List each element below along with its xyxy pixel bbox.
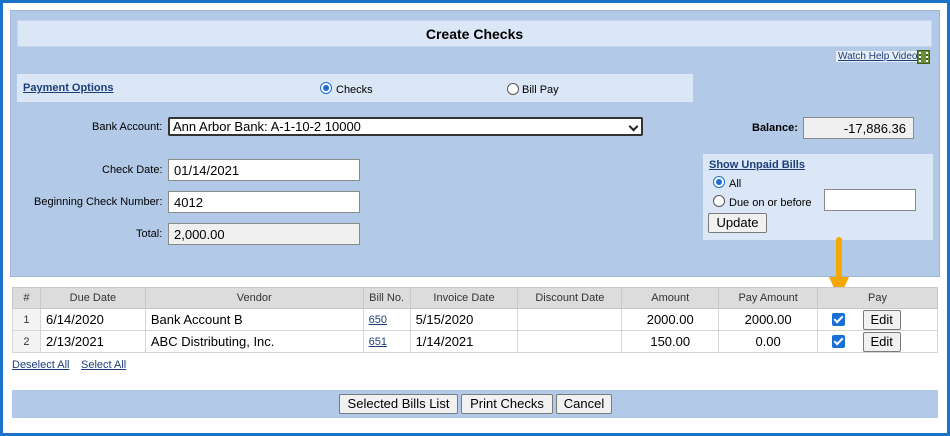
amount-cell: 150.00 (621, 330, 720, 353)
checks-label: Checks (336, 84, 373, 96)
header-discount-date: Discount Date (517, 287, 623, 309)
bill-no-link[interactable]: 650 (362, 308, 411, 331)
table-header-row: # Due Date Vendor Bill No. Invoice Date … (12, 287, 938, 309)
due-date-cell: 6/14/2020 (39, 308, 146, 331)
payment-options-box: Payment Options Checks Bill Pay (17, 74, 693, 102)
total-label: Total: (136, 228, 163, 240)
select-all-link[interactable]: Select All (81, 359, 126, 371)
due-date-input[interactable] (824, 189, 916, 211)
table-row: 2 2/13/2021 ABC Distributing, Inc. 651 1… (12, 330, 938, 353)
total-value: 2,000.00 (168, 223, 360, 245)
vendor-cell: ABC Distributing, Inc. (144, 330, 364, 353)
bill-no-link[interactable]: 651 (362, 330, 411, 353)
check-date-input[interactable]: 01/14/2021 (168, 159, 360, 181)
header-num: # (12, 287, 41, 309)
pay-amount-cell[interactable]: 2000.00 (718, 308, 819, 331)
bank-account-label: Bank Account: (92, 121, 163, 133)
header-bill-no: Bill No. (362, 287, 411, 309)
discount-date-cell (517, 308, 623, 331)
header-vendor: Vendor (144, 287, 364, 309)
selected-bills-list-button[interactable]: Selected Bills List (339, 394, 458, 414)
header-pay-amount: Pay Amount (718, 287, 819, 309)
billpay-label: Bill Pay (522, 84, 559, 96)
header-invoice-date: Invoice Date (409, 287, 519, 309)
pay-checkbox[interactable] (832, 313, 846, 326)
payment-options-label[interactable]: Payment Options (23, 82, 113, 94)
beginning-check-input[interactable]: 4012 (168, 191, 360, 213)
unpaid-due-radio[interactable] (713, 195, 725, 207)
show-unpaid-box: Show Unpaid Bills All Due on or before U… (703, 154, 933, 240)
edit-button[interactable]: Edit (862, 331, 901, 352)
bank-account-select[interactable]: Ann Arbor Bank: A-1-10-2 10000 (168, 117, 643, 136)
unpaid-all-label: All (729, 178, 742, 190)
amount-cell: 2000.00 (621, 308, 720, 331)
vendor-cell: Bank Account B (144, 308, 364, 331)
chevron-down-icon (628, 121, 639, 132)
bills-table: # Due Date Vendor Bill No. Invoice Date … (12, 287, 938, 353)
deselect-all-link[interactable]: Deselect All (12, 359, 69, 371)
film-icon[interactable] (917, 50, 930, 64)
pay-checkbox[interactable] (832, 335, 846, 348)
check-date-label: Check Date: (102, 164, 163, 176)
due-date-cell: 2/13/2021 (39, 330, 146, 353)
bank-account-value: Ann Arbor Bank: A-1-10-2 10000 (173, 119, 361, 134)
invoice-date-cell: 5/15/2020 (409, 308, 519, 331)
help-video-link[interactable]: Watch Help Video! (836, 51, 923, 62)
header-amount: Amount (621, 287, 720, 309)
show-unpaid-title: Show Unpaid Bills (709, 159, 805, 171)
pay-cell: Edit (817, 308, 938, 331)
cancel-button[interactable]: Cancel (556, 394, 612, 414)
print-checks-button[interactable]: Print Checks (461, 394, 553, 414)
discount-date-cell (517, 330, 623, 353)
unpaid-all-radio[interactable] (713, 176, 725, 188)
billpay-radio[interactable] (507, 83, 519, 95)
page-title-text: Create Checks (425, 25, 524, 42)
checks-radio[interactable] (320, 82, 332, 94)
pay-cell: Edit (817, 330, 938, 353)
balance-value: -17,886.36 (803, 117, 914, 139)
pay-amount-cell[interactable]: 0.00 (718, 330, 819, 353)
balance-label: Balance: (752, 122, 798, 134)
header-due-date: Due Date (39, 287, 146, 309)
page-title: Create Checks (17, 20, 932, 47)
unpaid-due-label: Due on or before (729, 197, 812, 209)
update-button[interactable]: Update (708, 213, 767, 233)
row-number: 1 (12, 308, 41, 331)
invoice-date-cell: 1/14/2021 (409, 330, 519, 353)
table-row: 1 6/14/2020 Bank Account B 650 5/15/2020… (12, 308, 938, 331)
header-pay: Pay (817, 287, 938, 309)
edit-button[interactable]: Edit (862, 309, 901, 330)
beginning-check-label: Beginning Check Number: (34, 196, 163, 208)
row-number: 2 (12, 330, 41, 353)
